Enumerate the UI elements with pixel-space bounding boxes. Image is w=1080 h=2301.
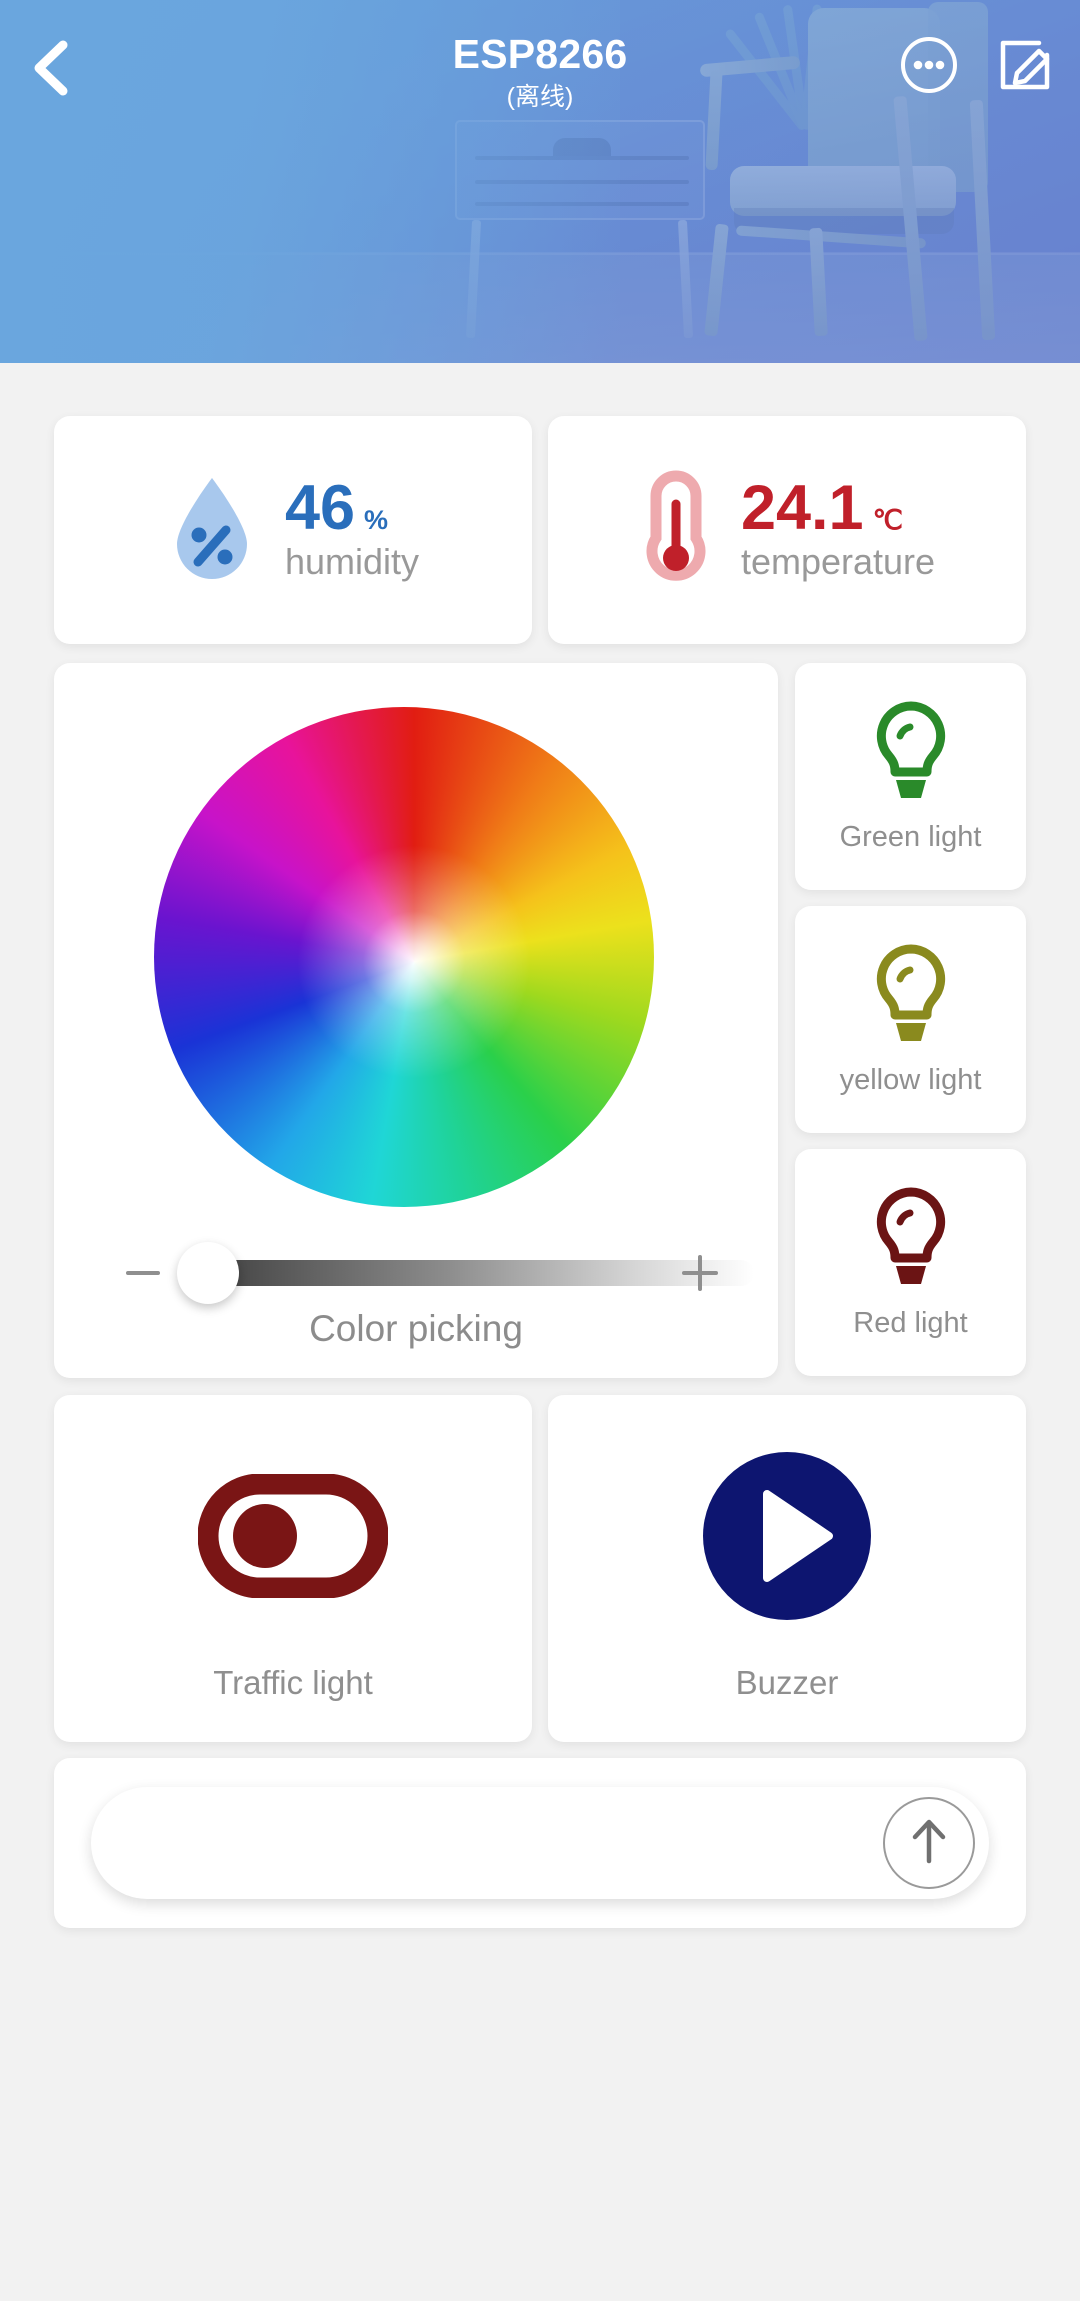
command-input[interactable] [135,1787,835,1899]
slider-track[interactable] [194,1260,754,1286]
color-wheel[interactable] [154,707,654,1207]
humidity-value: 46 [284,473,356,543]
edit-pencil-icon [995,35,1055,100]
buzzer-card[interactable]: Buzzer [548,1395,1026,1742]
lightbulb-icon [868,698,954,811]
more-options-button[interactable] [896,34,962,100]
navbar-actions [896,34,1058,100]
humidity-card[interactable]: 46 % humidity [54,416,532,644]
device-hero-banner: ESP8266 (离线) [0,0,1080,363]
device-row: Traffic light Buzzer [54,1395,1026,1742]
toggle-switch-off-icon [197,1473,389,1603]
thermometer-icon [639,469,713,591]
humidity-droplet-icon [167,472,257,589]
plus-icon[interactable] [682,1255,718,1291]
slider-thumb[interactable] [177,1242,239,1304]
play-circle-icon [701,1450,873,1627]
temperature-card[interactable]: 24.1 ℃ temperature [548,416,1026,644]
brightness-slider[interactable] [54,1242,778,1304]
red-light-button[interactable]: Red light [795,1149,1026,1376]
red-light-label: Red light [853,1307,968,1339]
arrow-up-icon [903,1813,955,1874]
temperature-readout: 24.1 ℃ temperature [741,475,935,585]
sensor-row: 46 % humidity 24.1 ℃ temperature [54,416,1026,644]
traffic-light-label: Traffic light [213,1663,373,1701]
yellow-light-label: yellow light [839,1064,982,1096]
green-light-button[interactable]: Green light [795,663,1026,890]
color-picker-row: Color picking Green light yellow light R… [54,663,1026,1378]
traffic-light-card[interactable]: Traffic light [54,1395,532,1742]
command-bar-card [54,1758,1026,1928]
minus-icon[interactable] [126,1271,160,1275]
back-button[interactable] [16,34,88,106]
color-picker-card[interactable]: Color picking [54,663,778,1378]
green-light-label: Green light [839,821,982,853]
send-button[interactable] [883,1797,975,1889]
more-options-icon [899,35,959,100]
navigation-bar: ESP8266 (离线) [0,0,1080,140]
edit-button[interactable] [992,34,1058,100]
chevron-left-icon [29,37,75,104]
lightbulb-icon [868,941,954,1054]
humidity-unit: % [364,505,389,535]
temperature-label: temperature [740,541,936,582]
temperature-unit: ℃ [872,505,903,535]
buzzer-label: Buzzer [735,1663,839,1701]
color-picker-caption: Color picking [309,1308,523,1349]
lightbulb-icon [868,1184,954,1297]
humidity-label: humidity [284,541,420,582]
temperature-value: 24.1 [740,473,864,543]
humidity-readout: 46 % humidity [285,475,419,585]
yellow-light-button[interactable]: yellow light [795,906,1026,1133]
command-input-pill[interactable] [91,1787,989,1899]
light-button-column: Green light yellow light Red light [795,663,1026,1378]
